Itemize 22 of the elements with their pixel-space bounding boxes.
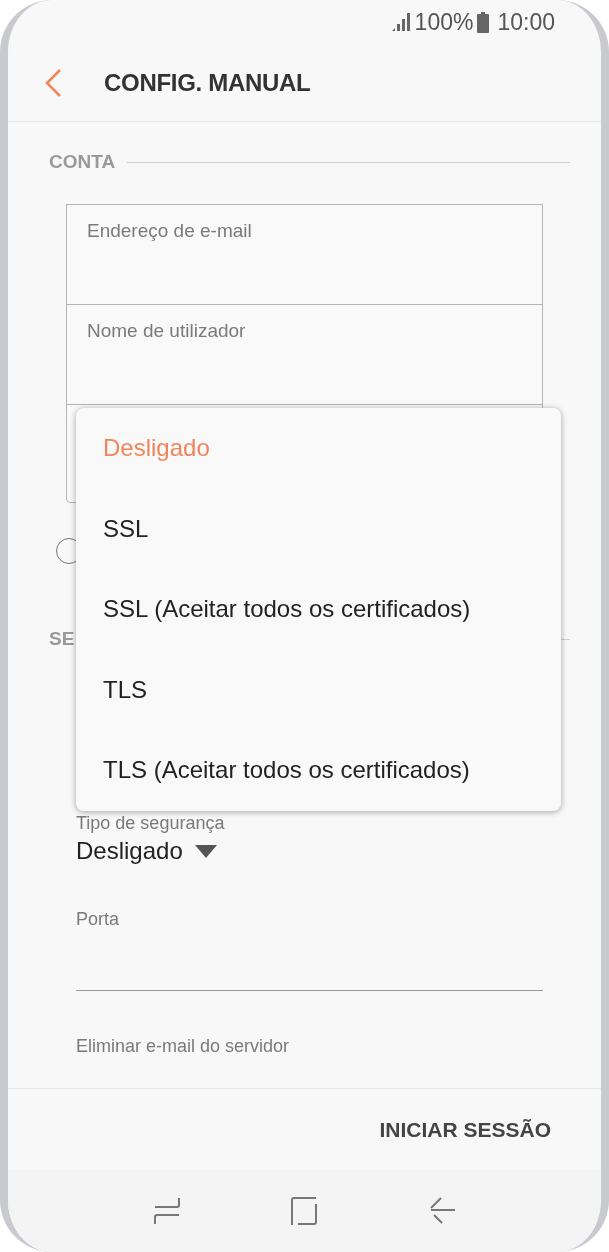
section-title: SE <box>49 628 75 650</box>
recent-apps-button[interactable] <box>152 1196 181 1226</box>
field-label: Porta <box>76 908 120 930</box>
sign-in-button[interactable]: INICIAR SESSÃO <box>379 1117 551 1142</box>
menu-item[interactable]: SSL <box>76 488 561 569</box>
text-field[interactable]: Endereço de e-mail <box>66 204 543 305</box>
section-title: CONTA <box>49 151 116 173</box>
field-label: Tipo de segurança <box>76 812 225 834</box>
caret-icon <box>194 844 217 858</box>
back-nav-button[interactable] <box>428 1196 457 1226</box>
menu-item[interactable]: TLS <box>76 649 561 730</box>
security-dropdown[interactable]: Desligado <box>76 836 217 866</box>
menu-item[interactable]: TLS (Aceitar todos os certificados) <box>76 730 561 811</box>
home-button[interactable] <box>290 1196 319 1226</box>
battery-percent: 100% <box>414 8 474 36</box>
battery-icon <box>477 11 490 33</box>
menu-item[interactable]: SSL (Aceitar todos os certificados) <box>76 569 561 650</box>
text-field[interactable]: Nome de utilizador <box>66 304 543 405</box>
clock-time: 10:00 <box>497 8 555 36</box>
screen-title: CONFIG. MANUAL <box>104 68 311 97</box>
signal-icon <box>390 12 411 32</box>
field-label: Eliminar e-mail do servidor <box>76 1035 290 1057</box>
